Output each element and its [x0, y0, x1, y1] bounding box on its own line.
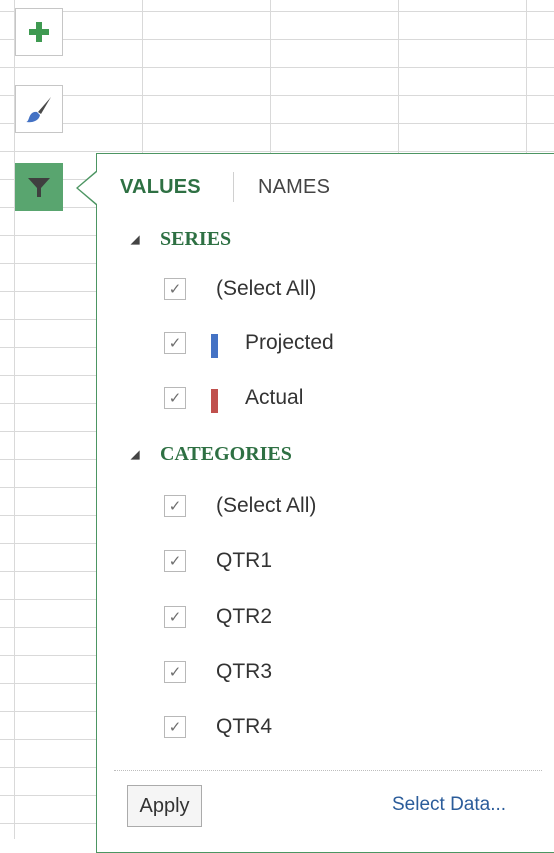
series-item-label: Actual	[245, 386, 304, 409]
checkmark-icon[interactable]: ✓	[164, 550, 186, 572]
triangle-collapse-icon: ◢	[131, 234, 140, 246]
chart-styles-button[interactable]	[15, 85, 63, 133]
plus-icon	[29, 22, 49, 42]
checkmark-icon[interactable]: ✓	[164, 278, 186, 300]
category-item-label: QTR3	[216, 660, 273, 683]
chart-filters-button[interactable]	[15, 163, 63, 211]
categories-heading: CATEGORIES	[160, 443, 292, 465]
checkmark-icon[interactable]: ✓	[164, 606, 186, 628]
select-data-link[interactable]: Select Data...	[392, 794, 506, 816]
checkmark-icon[interactable]: ✓	[164, 332, 186, 354]
checkmark-icon[interactable]: ✓	[164, 661, 186, 683]
category-item-label: QTR4	[216, 715, 273, 738]
series-heading: SERIES	[160, 228, 232, 250]
category-item-label: QTR1	[216, 549, 273, 572]
paintbrush-icon	[26, 97, 51, 123]
series-item-label: Projected	[245, 331, 334, 354]
apply-button[interactable]: Apply	[127, 785, 202, 827]
tab-divider	[233, 172, 234, 202]
checkmark-icon[interactable]: ✓	[164, 495, 186, 517]
funnel-icon	[28, 178, 50, 197]
series-item-label: (Select All)	[216, 277, 317, 300]
category-item-label: QTR2	[216, 605, 273, 628]
triangle-collapse-icon: ◢	[131, 449, 140, 461]
category-item-label: (Select All)	[216, 494, 317, 517]
series-color-swatch	[211, 389, 218, 413]
chart-elements-button[interactable]	[15, 8, 63, 56]
tab-names[interactable]: NAMES	[258, 176, 330, 199]
series-color-swatch	[211, 334, 218, 358]
tab-values[interactable]: VALUES	[120, 176, 201, 199]
checkmark-icon[interactable]: ✓	[164, 716, 186, 738]
checkmark-icon[interactable]: ✓	[164, 387, 186, 409]
footer-divider	[114, 770, 542, 771]
